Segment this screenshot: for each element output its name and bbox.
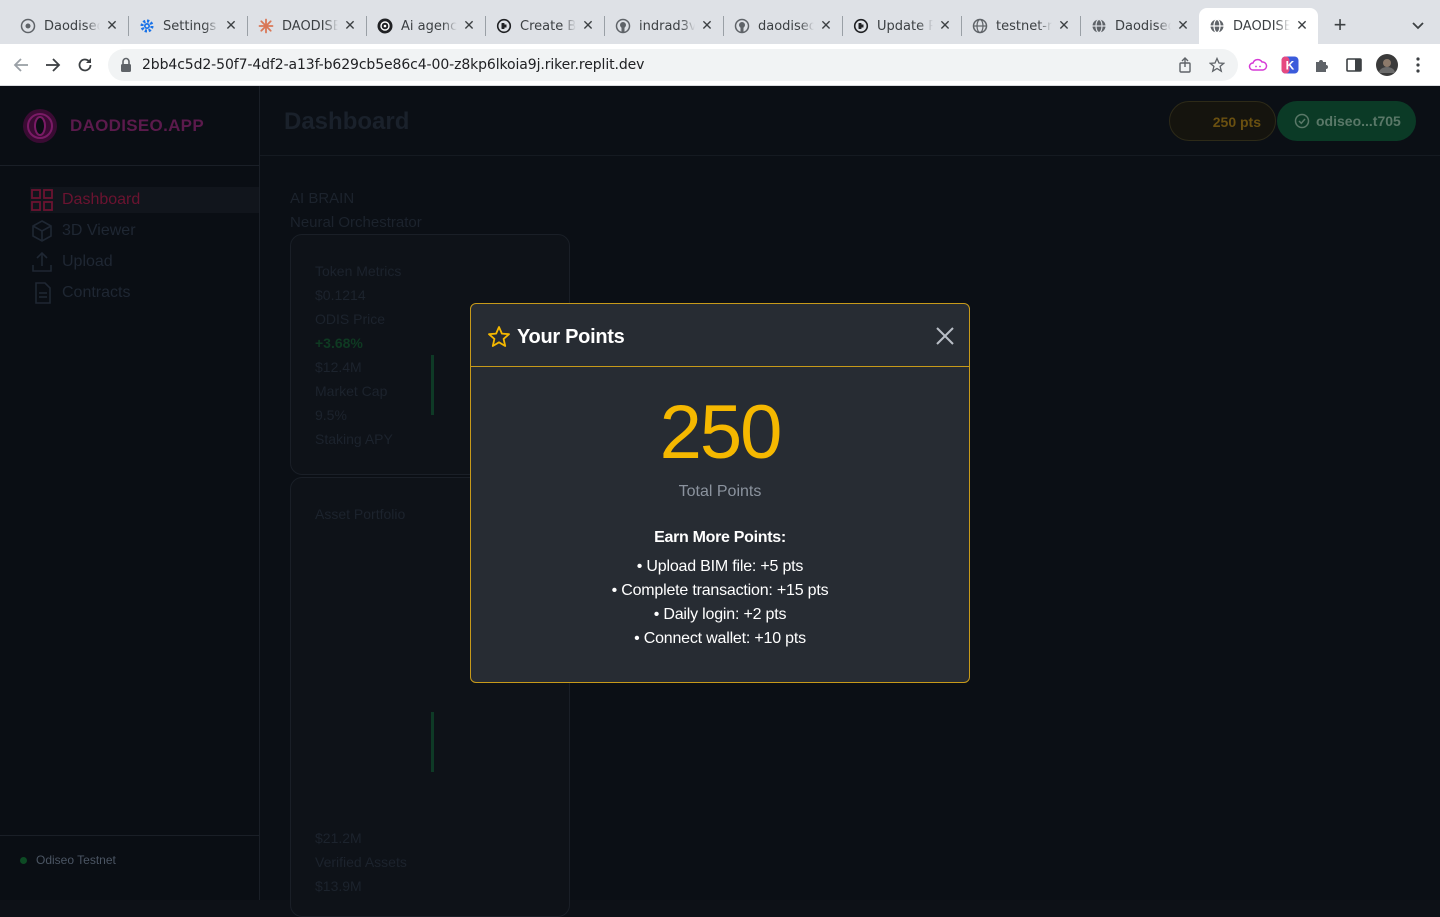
- close-tab-icon[interactable]: ✕: [342, 18, 358, 34]
- puzzle-extensions-icon[interactable]: [1312, 55, 1332, 75]
- total-points-value: 250: [659, 390, 783, 475]
- close-tab-icon[interactable]: ✕: [1294, 18, 1310, 34]
- address-bar[interactable]: 2bb4c5d2-50f7-4df2-a13f-b629cb5e86c4-00-…: [108, 49, 1238, 81]
- browser-tab[interactable]: Daodiseo ✕: [10, 8, 128, 44]
- tab-label: Settings -: [163, 18, 219, 34]
- browser-tab[interactable]: Daodiseo ✕: [1081, 8, 1199, 44]
- earn-item: • Upload BIM file: +5 pts: [636, 558, 804, 575]
- browser-tab[interactable]: testnet-rp ✕: [962, 8, 1080, 44]
- earn-item: • Connect wallet: +10 pts: [634, 630, 806, 647]
- tab-label: indrad3v4: [639, 18, 695, 34]
- browser-tab[interactable]: Create Bu ✕: [486, 8, 604, 44]
- browser-tab-bar: Daodiseo ✕ Settings - ✕ DAODISEO ✕ Ai ag…: [0, 0, 1440, 44]
- new-tab-button[interactable]: +: [1328, 14, 1352, 38]
- cloud-extension-icon[interactable]: [1248, 55, 1268, 75]
- close-tab-icon[interactable]: ✕: [580, 18, 596, 34]
- browser-toolbar: 2bb4c5d2-50f7-4df2-a13f-b629cb5e86c4-00-…: [0, 44, 1440, 86]
- bookmark-star-icon[interactable]: [1208, 56, 1226, 74]
- close-tab-icon[interactable]: ✕: [699, 18, 715, 34]
- earn-item: • Daily login: +2 pts: [653, 606, 787, 623]
- profile-avatar[interactable]: [1375, 53, 1399, 77]
- close-tab-icon[interactable]: ✕: [818, 18, 834, 34]
- daodiseo-icon: [20, 18, 36, 34]
- close-tab-icon[interactable]: ✕: [1175, 18, 1191, 34]
- tab-label: Update P: [877, 18, 933, 34]
- earn-item: • Complete transaction: +15 pts: [611, 582, 829, 599]
- k-extension-icon[interactable]: K: [1280, 55, 1300, 75]
- github-icon: [734, 18, 750, 34]
- modal-title: Your Points: [517, 326, 625, 348]
- browser-tab[interactable]: Update P ✕: [843, 8, 961, 44]
- browser-tab[interactable]: daodiseo ✕: [724, 8, 842, 44]
- browser-tab[interactable]: Settings - ✕: [129, 8, 247, 44]
- url-text: 2bb4c5d2-50f7-4df2-a13f-b629cb5e86c4-00-…: [142, 57, 645, 73]
- browser-tab-active[interactable]: DAODISEO ✕: [1199, 8, 1318, 44]
- chevron-down-icon[interactable]: [1408, 16, 1428, 36]
- claude-icon: [258, 18, 274, 34]
- close-tab-icon[interactable]: ✕: [937, 18, 953, 34]
- tab-label: Daodiseo: [1115, 18, 1171, 34]
- close-tab-icon[interactable]: ✕: [461, 18, 477, 34]
- tab-label: Create Bu: [520, 18, 576, 34]
- browser-tab[interactable]: indrad3v4 ✕: [605, 8, 723, 44]
- lock-icon[interactable]: [120, 57, 132, 78]
- close-icon[interactable]: [933, 324, 957, 348]
- tab-label: DAODISEO: [282, 18, 338, 34]
- points-modal: Your Points 250 Total Points Earn More P…: [470, 303, 970, 683]
- close-tab-icon[interactable]: ✕: [1056, 18, 1072, 34]
- replit-icon: [496, 18, 512, 34]
- tab-label: testnet-rp: [996, 18, 1052, 34]
- browser-tab[interactable]: DAODISEO ✕: [248, 8, 366, 44]
- tab-label: Daodiseo: [44, 18, 100, 34]
- total-points-label: Total Points: [678, 483, 762, 500]
- replit-icon: [853, 18, 869, 34]
- globe-icon: [972, 18, 988, 34]
- forward-arrow-icon[interactable]: [41, 53, 65, 77]
- tab-label: Ai agency: [401, 18, 457, 34]
- reload-icon[interactable]: [73, 53, 97, 77]
- gear-icon: [139, 18, 155, 34]
- browser-tab[interactable]: Ai agency ✕: [367, 8, 485, 44]
- globe-icon: [1209, 18, 1225, 34]
- tab-label: daodiseo: [758, 18, 814, 34]
- star-icon: [487, 325, 511, 354]
- close-tab-icon[interactable]: ✕: [223, 18, 239, 34]
- tab-label: DAODISEO: [1233, 18, 1290, 34]
- close-tab-icon[interactable]: ✕: [104, 18, 120, 34]
- github-icon: [615, 18, 631, 34]
- openai-icon: [377, 18, 393, 34]
- kebab-menu-icon[interactable]: [1408, 55, 1428, 75]
- share-icon[interactable]: [1176, 56, 1194, 74]
- earn-more-title: Earn More Points:: [654, 529, 786, 546]
- svg-text:K: K: [1286, 59, 1295, 73]
- globe-icon: [1091, 18, 1107, 34]
- back-arrow-icon[interactable]: [9, 53, 33, 77]
- modal-header: Your Points: [471, 304, 969, 367]
- side-panel-icon[interactable]: [1344, 55, 1364, 75]
